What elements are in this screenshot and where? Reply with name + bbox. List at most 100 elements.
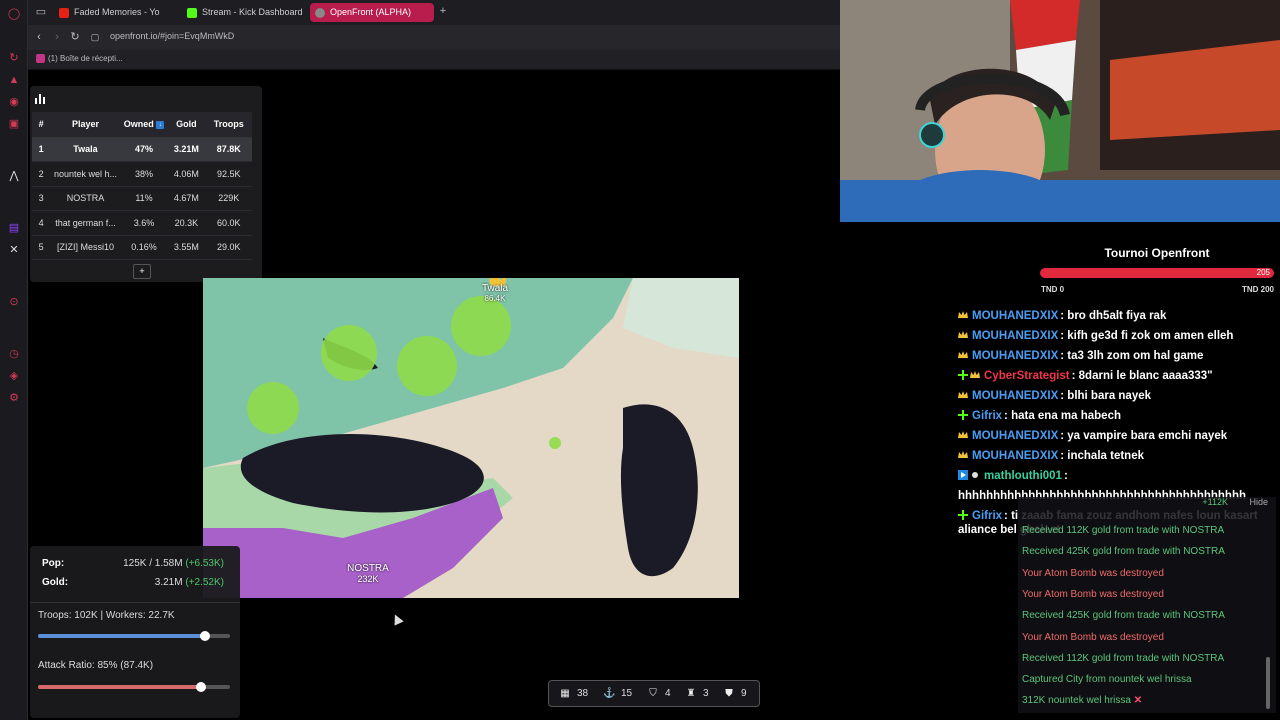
leaderboard-body: 1 Twala 47% 3.21M 87.8K 2 nountek wel h... 38% 4… [32,137,252,260]
count-value: 38 [577,688,589,699]
header-gold[interactable]: Gold [167,112,206,138]
sidebar-app-icon[interactable]: ↻ [6,50,22,66]
port-icon: ⚓ [603,688,616,699]
x-icon[interactable]: ✕ [6,242,22,258]
leaderboard-row[interactable]: 5 [ZIZI] Messi10 0.16% 3.55M 29.0K [32,235,252,260]
header-owned[interactable]: Owned ↓ [120,112,168,138]
crown-badge-icon [958,427,968,438]
cell-gold: 4.67M [167,186,206,211]
chat-text: : 8darni le blanc aaaa333" [1071,370,1213,382]
event-log-entry: 312K nountek wel hrissa ✕ [1022,695,1142,709]
bookmark-label: (1) Boîte de récepti... [48,54,123,63]
new-tab-button[interactable]: + [436,4,450,18]
chat-text: : ya vampire bara emchi nayek [1060,430,1228,442]
leaderboard-expand-button[interactable]: + [133,264,151,279]
reload-icon[interactable]: ↻ [68,30,82,44]
forward-icon[interactable]: › [50,30,64,44]
port-count[interactable]: ⚓ 15 [603,687,632,701]
cell-gold: 3.21M [167,137,206,162]
event-log-scrollbar[interactable] [1266,657,1270,709]
cell-gold: 3.55M [167,235,206,260]
header-player[interactable]: Player [50,112,121,138]
leaderboard-header-row: # Player Owned ↓ Gold Troops [32,112,252,138]
progress-min-label: TND 0 [1041,285,1065,294]
pop-value: 125K / 1.58M (+6.53K) [123,558,224,569]
sidebar-app-icon[interactable]: ⋀ [6,168,22,184]
event-log-entry: Your Atom Bomb was destroyed [1022,632,1164,646]
map-canvas[interactable] [203,278,739,598]
bookmark-inbox[interactable]: (1) Boîte de récepti... [36,54,123,63]
tab-openfront[interactable]: OpenFront (ALPHA) [310,3,434,22]
troops-slider-fill [38,634,206,638]
close-icon[interactable]: ✕ [1131,695,1142,706]
event-text: Received 112K gold from trade with NOSTR… [1022,652,1225,664]
settings-icon[interactable]: ⚙ [6,390,22,406]
attack-slider-handle[interactable] [196,682,207,692]
cell-rank: 3 [32,186,51,211]
leaderboard-row[interactable]: 3 NOSTRA 11% 4.67M 229K [32,186,252,211]
leaderboard-row[interactable]: 1 Twala 47% 3.21M 87.8K [32,137,252,162]
event-log-header: +112K Hide [1018,497,1276,513]
chat-username[interactable]: Gifrix [972,510,1002,522]
event-log-entry: Received 425K gold from trade with NOSTR… [1022,546,1225,560]
chat-username[interactable]: mathlouthi001 [984,470,1062,482]
opera-logo-icon[interactable]: ◯ [6,6,22,22]
city-count[interactable]: ▦ 38 [559,687,588,701]
map-label-twala[interactable]: Twala 86.4K [465,283,525,303]
tab-strip: ▭ Faded Memories - Yo Stream - Kick Dash… [28,0,840,25]
kick-icon [187,8,197,18]
attack-ratio-slider[interactable] [38,682,230,692]
instagram-icon[interactable]: ▣ [6,116,22,132]
chat-username[interactable]: CyberStrategist [984,370,1070,382]
bar-chart-icon[interactable] [34,92,46,104]
screen: ◯ ↻ ▲ ◉ ▣ ⋀ ▤ ✕ ⊙ ◷ ◈ ⚙ ▭ Faded Memories… [0,0,1280,720]
event-text: Received 112K gold from trade with NOSTR… [1022,525,1225,536]
cell-owned: 38% [120,161,168,187]
tab-overview-icon[interactable]: ▭ [34,5,48,19]
leaderboard-row[interactable]: 2 nountek wel h... 38% 4.06M 92.5K [32,161,252,187]
chat-username[interactable]: MOUHANEDXIX [972,350,1058,362]
chat-username[interactable]: MOUHANEDXIX [972,330,1058,342]
player-name: Twala [481,283,509,294]
shield-icon: ⛊ [725,688,733,699]
chat-text: : hata ena ma habech [1004,410,1122,422]
troops-slider[interactable] [38,631,230,641]
player-troops: 232K [357,574,379,584]
attack-ratio-label: Attack Ratio: 85% (87.4K) [38,660,154,671]
chat-username[interactable]: Gifrix [972,410,1002,422]
sidebar-app-icon[interactable]: ◈ [6,368,22,384]
progress-value: 205 [1256,268,1270,277]
chat-username[interactable]: MOUHANEDXIX [972,430,1058,442]
sidebar-app-icon[interactable]: ⊙ [6,294,22,310]
missile-count[interactable]: ♜ 3 [685,687,709,701]
header-troops[interactable]: Troops [205,112,252,138]
back-icon[interactable]: ‹ [32,30,46,44]
gold-popup: +112K [1202,497,1228,507]
cell-owned: 11% [120,186,168,211]
troops-slider-handle[interactable] [200,631,211,641]
count-value: 3 [703,688,709,699]
chat-username[interactable]: MOUHANEDXIX [972,310,1058,322]
leaderboard-row[interactable]: 4 that german f... 3.6% 20.3K 60.0K [32,210,252,236]
cell-troops: 87.8K [205,137,252,162]
game-map[interactable]: Twala 86.4K NOSTRA 232K [203,278,739,598]
chat-username[interactable]: MOUHANEDXIX [972,390,1058,402]
chat-message: MOUHANEDXIX: inchala tetnek [958,446,1276,466]
event-log-entry: Received 425K gold from trade with NOSTR… [1022,610,1225,624]
map-label-nostra[interactable]: NOSTRA 232K [333,563,403,584]
sort-desc-icon: ↓ [156,120,165,129]
url-field[interactable]: openfront.io/#join=EvqMmWkD [110,31,234,41]
chat-username[interactable]: MOUHANEDXIX [972,450,1058,462]
tab-kick[interactable]: Stream - Kick Dashboard [182,3,306,22]
twitch-icon[interactable]: ▤ [6,220,22,236]
tab-youtube[interactable]: Faded Memories - Yo [54,3,176,22]
defense-count[interactable]: ⛉ 4 [647,687,670,701]
cell-rank: 1 [32,137,51,162]
event-log-hide-button[interactable]: Hide [1249,497,1268,507]
clock-icon[interactable]: ◷ [6,346,22,362]
shield-count[interactable]: ⛊ 9 [723,687,746,701]
sidebar-app-icon[interactable]: ◉ [6,94,22,110]
leaderboard-panel: # Player Owned ↓ Gold Troops 1 Twala 47% 3.… [30,86,262,282]
event-log-entry: Received 112K gold from trade with NOSTR… [1022,653,1224,667]
sidebar-app-icon[interactable]: ▲ [6,72,22,88]
